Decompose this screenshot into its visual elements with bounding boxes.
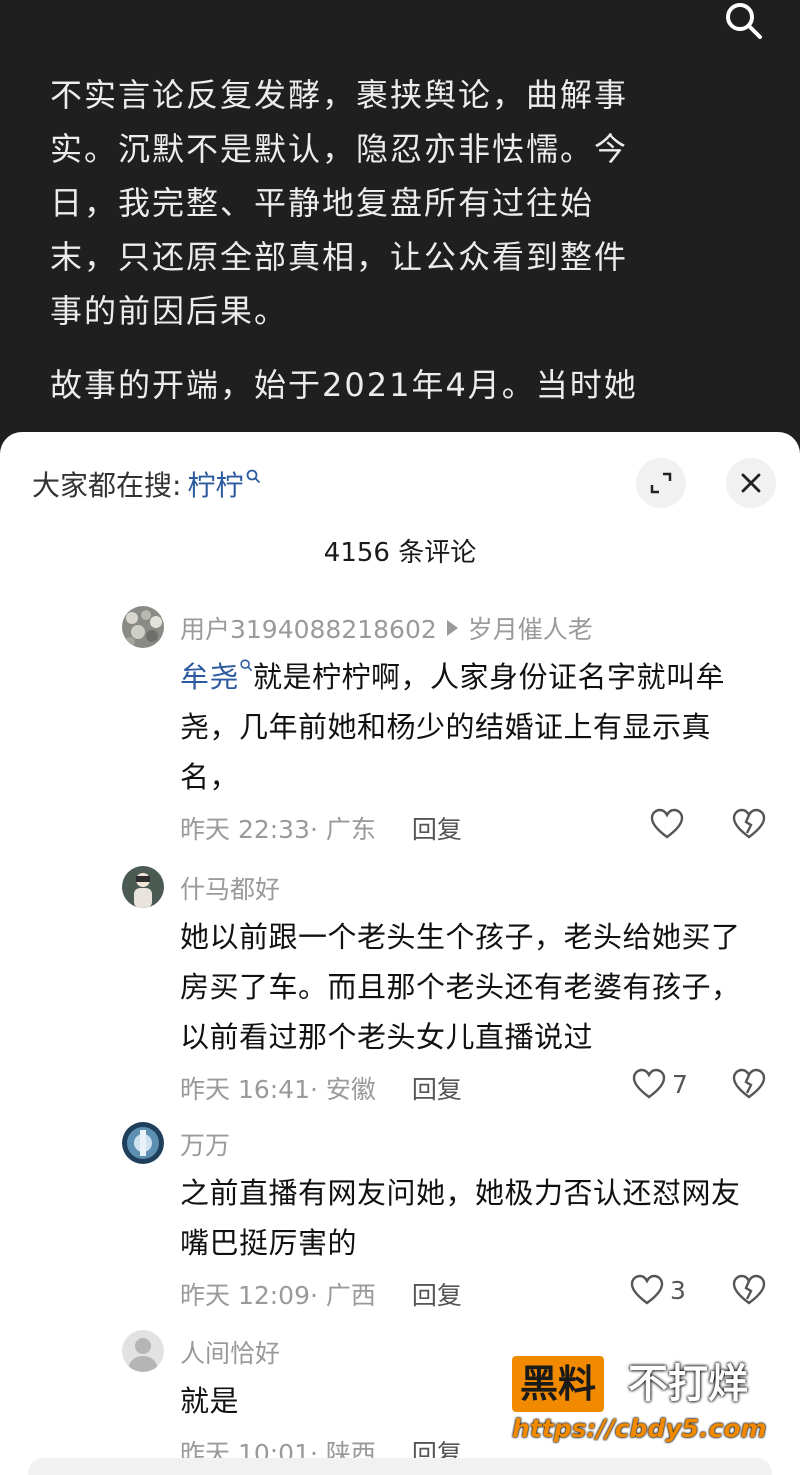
like-count: 7	[672, 1069, 688, 1099]
reply-button[interactable]: 回复	[412, 1276, 462, 1312]
article-text: 不实言论反复发酵，裹挟舆论，曲解事实。沉默不是默认，隐忍亦非怯懦。今日，我完整、…	[50, 68, 660, 432]
broken-heart-icon	[732, 1068, 766, 1099]
article-area: 不实言论反复发酵，裹挟舆论，曲解事实。沉默不是默认，隐忍亦非怯懦。今日，我完整、…	[0, 0, 800, 450]
broken-heart-icon	[732, 1274, 766, 1305]
search-button[interactable]	[718, 0, 770, 44]
comment-meta: 昨天 16:41· 安徽 回复	[180, 1070, 462, 1106]
dislike-button[interactable]	[732, 1068, 766, 1104]
hot-search-keyword[interactable]: 柠柠	[187, 464, 243, 504]
hot-search-label: 大家都在搜:	[32, 469, 182, 502]
watermark-brand-suffix: 不打烊	[628, 1361, 748, 1407]
dislike-button[interactable]	[732, 808, 766, 844]
comment-text: 她以前跟一个老头生个孩子，老头给她买了房买了车。而且那个老头还有老婆有孩子，以前…	[180, 920, 741, 1054]
comment-username[interactable]: 万万	[180, 1126, 230, 1162]
close-button[interactable]	[726, 458, 776, 508]
search-icon	[726, 3, 762, 39]
mention-search-icon	[240, 659, 253, 672]
close-icon	[741, 473, 761, 493]
keyword-search-icon	[247, 469, 261, 483]
comment-header: 万万	[180, 1126, 230, 1162]
like-button[interactable]: 7	[632, 1068, 688, 1100]
expand-icon	[650, 472, 672, 494]
article-paragraph: 不实言论反复发酵，裹挟舆论，曲解事实。沉默不是默认，隐忍亦非怯懦。今日，我完整、…	[50, 76, 629, 330]
reply-button[interactable]: 回复	[412, 1070, 462, 1106]
watermark-brand: 黑料	[512, 1356, 605, 1412]
comment-time-location: 昨天 22:33· 广东	[180, 815, 376, 844]
heart-icon	[650, 808, 684, 839]
comment-meta: 昨天 12:09· 广西 回复	[180, 1276, 462, 1312]
comment-username[interactable]: 什马都好	[180, 870, 280, 906]
sheet-header: 大家都在搜: 柠柠	[0, 432, 800, 532]
comment-text: 就是	[180, 1384, 240, 1418]
like-count: 3	[670, 1275, 686, 1305]
comment-header: 人间恰好	[180, 1334, 280, 1370]
avatar[interactable]	[122, 1122, 164, 1164]
comment-text-block: 牟尧 就是柠柠啊，人家身份证名字就叫牟尧，几年前她和杨少的结婚证上有显示真名，	[180, 652, 760, 802]
comment-time-location: 昨天 16:41· 安徽	[180, 1075, 376, 1104]
comment-sheet: 大家都在搜: 柠柠 4156 条评论 用户3194088218602 岁月催人老…	[0, 432, 800, 1475]
heart-icon	[632, 1068, 666, 1099]
avatar[interactable]	[122, 606, 164, 648]
watermark: 黑料 不打烊 https://cbdy5.com	[508, 1352, 778, 1452]
comment-time-location: 昨天 12:09· 广西	[180, 1281, 376, 1310]
reply-button[interactable]: 回复	[412, 810, 462, 846]
comment-count: 4156 条评论	[323, 538, 477, 568]
dislike-button[interactable]	[732, 1274, 766, 1310]
reply-to-username[interactable]: 岁月催人老	[468, 610, 593, 646]
comment-input-bar[interactable]	[28, 1458, 772, 1475]
like-button[interactable]: 3	[630, 1274, 686, 1306]
comment-text-block: 她以前跟一个老头生个孩子，老头给她买了房买了车。而且那个老头还有老婆有孩子，以前…	[180, 912, 760, 1062]
comment-username[interactable]: 用户3194088218602	[180, 610, 437, 646]
hot-search-suggestion[interactable]: 大家都在搜: 柠柠	[32, 464, 261, 504]
broken-heart-icon	[732, 808, 766, 839]
comment-text: 之前直播有网友问她，她极力否认还怼网友嘴巴挺厉害的	[180, 1176, 741, 1260]
article-paragraph: 故事的开端，始于2021年4月。当时她	[50, 366, 638, 404]
reply-arrow-icon	[446, 620, 458, 636]
comment-username[interactable]: 人间恰好	[180, 1334, 280, 1370]
comment-text-block: 之前直播有网友问她，她极力否认还怼网友嘴巴挺厉害的	[180, 1168, 760, 1268]
like-button[interactable]	[650, 808, 690, 840]
avatar[interactable]	[122, 1330, 164, 1372]
avatar[interactable]	[122, 866, 164, 908]
mention-link[interactable]: 牟尧	[180, 660, 239, 694]
comment-meta: 昨天 22:33· 广东 回复	[180, 810, 462, 846]
heart-icon	[630, 1274, 664, 1305]
comment-text: 就是柠柠啊，人家身份证名字就叫牟尧，几年前她和杨少的结婚证上有显示真名，	[180, 660, 726, 794]
comment-header: 用户3194088218602 岁月催人老	[180, 610, 593, 646]
watermark-url: https://cbdy5.com	[512, 1414, 767, 1443]
expand-button[interactable]	[636, 458, 686, 508]
comment-header: 什马都好	[180, 870, 280, 906]
